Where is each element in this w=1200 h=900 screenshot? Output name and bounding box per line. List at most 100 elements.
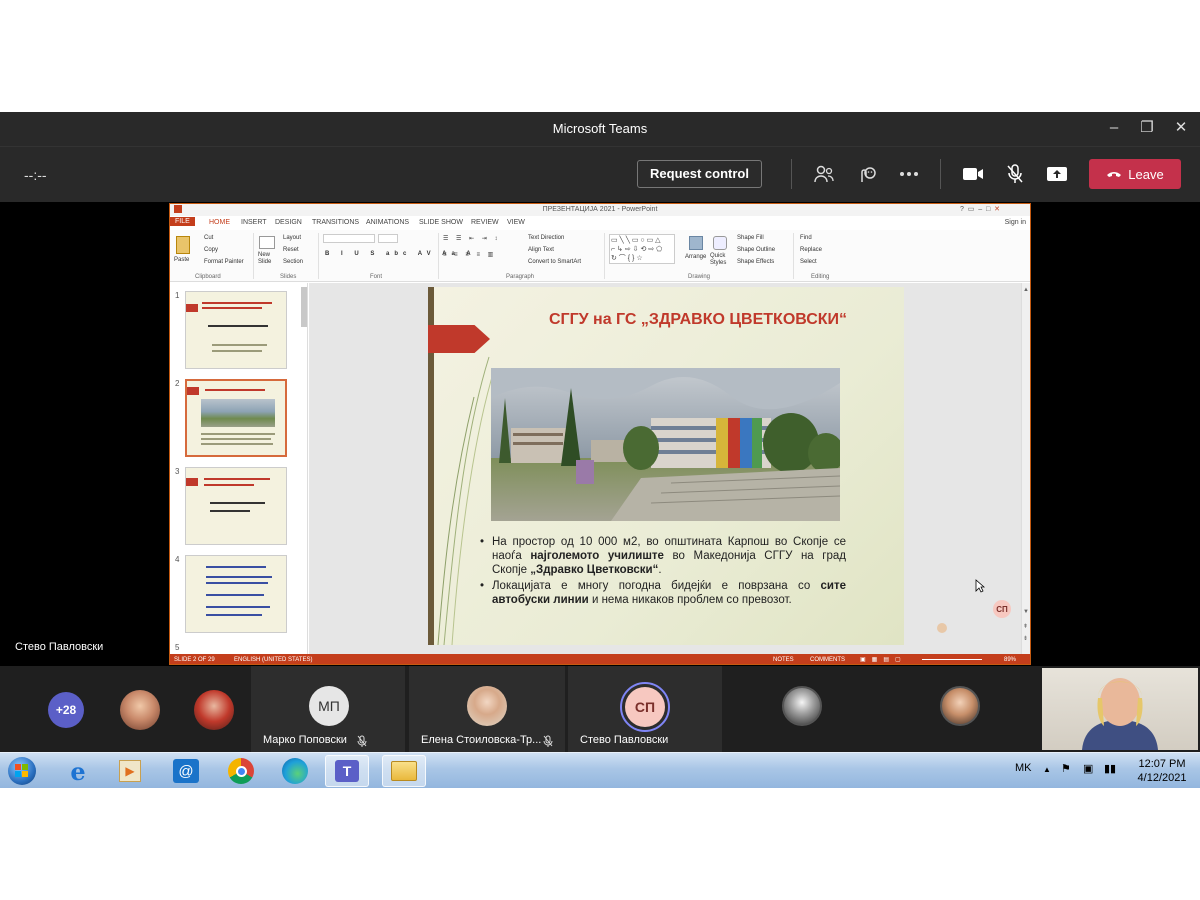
- copy-button[interactable]: Copy: [204, 247, 218, 253]
- font-name-select[interactable]: [323, 234, 375, 243]
- request-control-button[interactable]: Request control: [637, 160, 762, 188]
- comments-button[interactable]: COMMENTS: [810, 657, 845, 663]
- participant-tile[interactable]: [726, 666, 880, 752]
- paste-icon[interactable]: [176, 236, 190, 254]
- clipboard-group-label: Clipboard: [195, 274, 221, 280]
- participant-avatar[interactable]: [120, 690, 160, 730]
- select-button[interactable]: Select: [800, 259, 817, 265]
- meeting-toolbar: --:-- Request control Leave: [0, 146, 1200, 202]
- reset-button[interactable]: Reset: [283, 247, 299, 253]
- slide-thumbnail-3[interactable]: [185, 467, 287, 545]
- convert-smartart-button[interactable]: Convert to SmartArt: [528, 259, 581, 265]
- participant-avatar[interactable]: [194, 690, 234, 730]
- current-slide: СГГУ на ГС „ЗДРАВКО ЦВЕТКОВСКИ“ • На про…: [428, 287, 904, 645]
- tab-review[interactable]: REVIEW: [471, 219, 499, 226]
- mail-icon[interactable]: @: [164, 755, 208, 787]
- participant-tile[interactable]: [884, 666, 1038, 752]
- close-icon[interactable]: ✕: [1171, 118, 1191, 138]
- thumb-number: 5: [175, 643, 180, 652]
- shape-outline-button[interactable]: Shape Outline: [737, 247, 775, 253]
- cut-button[interactable]: Cut: [204, 235, 213, 241]
- format-painter-button[interactable]: Format Painter: [204, 259, 244, 265]
- quick-styles-icon[interactable]: [713, 236, 727, 250]
- slide-vertical-scrollbar[interactable]: ▲ ▼ ⇞ ⇟: [1021, 283, 1030, 654]
- arrange-icon[interactable]: [689, 236, 703, 250]
- more-participants-badge[interactable]: +28: [48, 692, 84, 728]
- chrome-icon[interactable]: [219, 755, 263, 787]
- tab-slide-show[interactable]: SLIDE SHOW: [419, 219, 463, 226]
- replace-button[interactable]: Replace: [800, 247, 822, 253]
- tab-insert[interactable]: INSERT: [241, 219, 267, 226]
- tab-animations[interactable]: ANIMATIONS: [366, 219, 409, 226]
- tab-view[interactable]: VIEW: [507, 219, 525, 226]
- maximize-icon[interactable]: ❐: [1137, 118, 1157, 138]
- find-button[interactable]: Find: [800, 235, 812, 241]
- text-direction-button[interactable]: Text Direction: [528, 235, 564, 241]
- slide-thumbnail-4[interactable]: [185, 555, 287, 633]
- teams-taskbar-icon[interactable]: T: [325, 755, 369, 787]
- minimize-icon[interactable]: –: [1104, 118, 1124, 138]
- reactions-icon[interactable]: [854, 161, 880, 187]
- ppt-window-controls[interactable]: ? ▭ – □ ✕: [960, 205, 1000, 213]
- prev-slide-icon[interactable]: ⇞: [1023, 623, 1028, 630]
- phone-hangup-icon: [1107, 172, 1122, 177]
- shape-fill-button[interactable]: Shape Fill: [737, 235, 764, 241]
- microphone-muted-icon: [543, 735, 553, 747]
- camera-icon[interactable]: [960, 161, 986, 187]
- quick-styles-button[interactable]: Quick Styles: [710, 253, 732, 267]
- action-center-flag-icon[interactable]: ⚑: [1061, 762, 1071, 775]
- slide-thumbnail-2[interactable]: [185, 379, 287, 457]
- show-hidden-icons-icon[interactable]: ▲: [1043, 765, 1051, 774]
- start-button[interactable]: [2, 755, 42, 787]
- thumb-number: 3: [175, 467, 180, 476]
- new-slide-button[interactable]: New Slide: [258, 252, 278, 266]
- language-indicator: ENGLISH (UNITED STATES): [234, 657, 313, 663]
- powerpoint-window: ПРЕЗЕНТАЦИЈА 2021 - PowerPoint ? ▭ – □ ✕…: [169, 203, 1031, 665]
- new-slide-icon[interactable]: [259, 236, 275, 249]
- shapes-gallery[interactable]: ▭ ╲ ╲ ▭ ○ ▭ △ ⌐ ↳ ⇨ ⇩ ⟲ ⇨ ⬠ ↻ ⌒ { } ☆: [609, 234, 675, 264]
- media-player-icon[interactable]: ▶: [108, 755, 152, 787]
- tab-home[interactable]: HOME: [209, 219, 230, 226]
- presenter-cursor-badge: СП: [993, 600, 1011, 618]
- arrange-button[interactable]: Arrange: [685, 254, 706, 260]
- participant-tile[interactable]: МП Марко Поповски: [251, 666, 405, 752]
- thumb-text-line: [202, 307, 262, 309]
- participant-video[interactable]: [1042, 668, 1198, 750]
- paste-button[interactable]: Paste: [174, 257, 189, 263]
- sign-in-link[interactable]: Sign in: [1005, 219, 1026, 226]
- align-text-button[interactable]: Align Text: [528, 247, 554, 253]
- view-buttons[interactable]: ▣▦▤▢: [860, 656, 907, 663]
- notes-button[interactable]: NOTES: [773, 657, 794, 663]
- next-slide-icon[interactable]: ⇟: [1023, 635, 1028, 642]
- leave-button[interactable]: Leave: [1089, 159, 1181, 189]
- thumbnail-scrollbar[interactable]: [301, 287, 307, 327]
- scroll-up-icon[interactable]: ▲: [1023, 287, 1029, 293]
- tab-file[interactable]: FILE: [170, 217, 195, 226]
- scroll-down-icon[interactable]: ▼: [1023, 609, 1029, 615]
- zoom-slider[interactable]: [922, 659, 982, 660]
- clock-time: 12:07 PM: [1138, 758, 1186, 770]
- microphone-muted-icon[interactable]: [1002, 161, 1028, 187]
- tab-design[interactable]: DESIGN: [275, 219, 302, 226]
- windows-logo-icon: [8, 757, 36, 785]
- shape-effects-button[interactable]: Shape Effects: [737, 259, 774, 265]
- participant-tile[interactable]: Елена Стоиловска-Тр...: [409, 666, 565, 752]
- language-indicator[interactable]: MK: [1015, 762, 1032, 774]
- layout-button[interactable]: Layout: [283, 235, 301, 241]
- slide-thumbnail-1[interactable]: [185, 291, 287, 369]
- section-button[interactable]: Section: [283, 259, 303, 265]
- edge-icon[interactable]: [273, 755, 317, 787]
- file-explorer-icon[interactable]: [382, 755, 426, 787]
- list-buttons[interactable]: ☰ ☰ ⇤ ⇥ ↕: [443, 235, 500, 242]
- font-size-select[interactable]: [378, 234, 398, 243]
- volume-icon[interactable]: ▮▮: [1104, 762, 1116, 775]
- participant-tile-speaking[interactable]: СП Стево Павловски: [568, 666, 722, 752]
- share-screen-icon[interactable]: [1044, 161, 1070, 187]
- system-clock[interactable]: 12:07 PM 4/12/2021: [1130, 757, 1194, 785]
- network-icon[interactable]: ▣: [1083, 762, 1093, 775]
- participants-icon[interactable]: [811, 161, 837, 187]
- tab-transitions[interactable]: TRANSITIONS: [312, 219, 359, 226]
- internet-explorer-icon[interactable]: e: [56, 755, 100, 787]
- align-buttons[interactable]: ≡ ≡ ≡ ≡ ▥: [443, 251, 496, 258]
- more-options-icon[interactable]: [896, 161, 922, 187]
